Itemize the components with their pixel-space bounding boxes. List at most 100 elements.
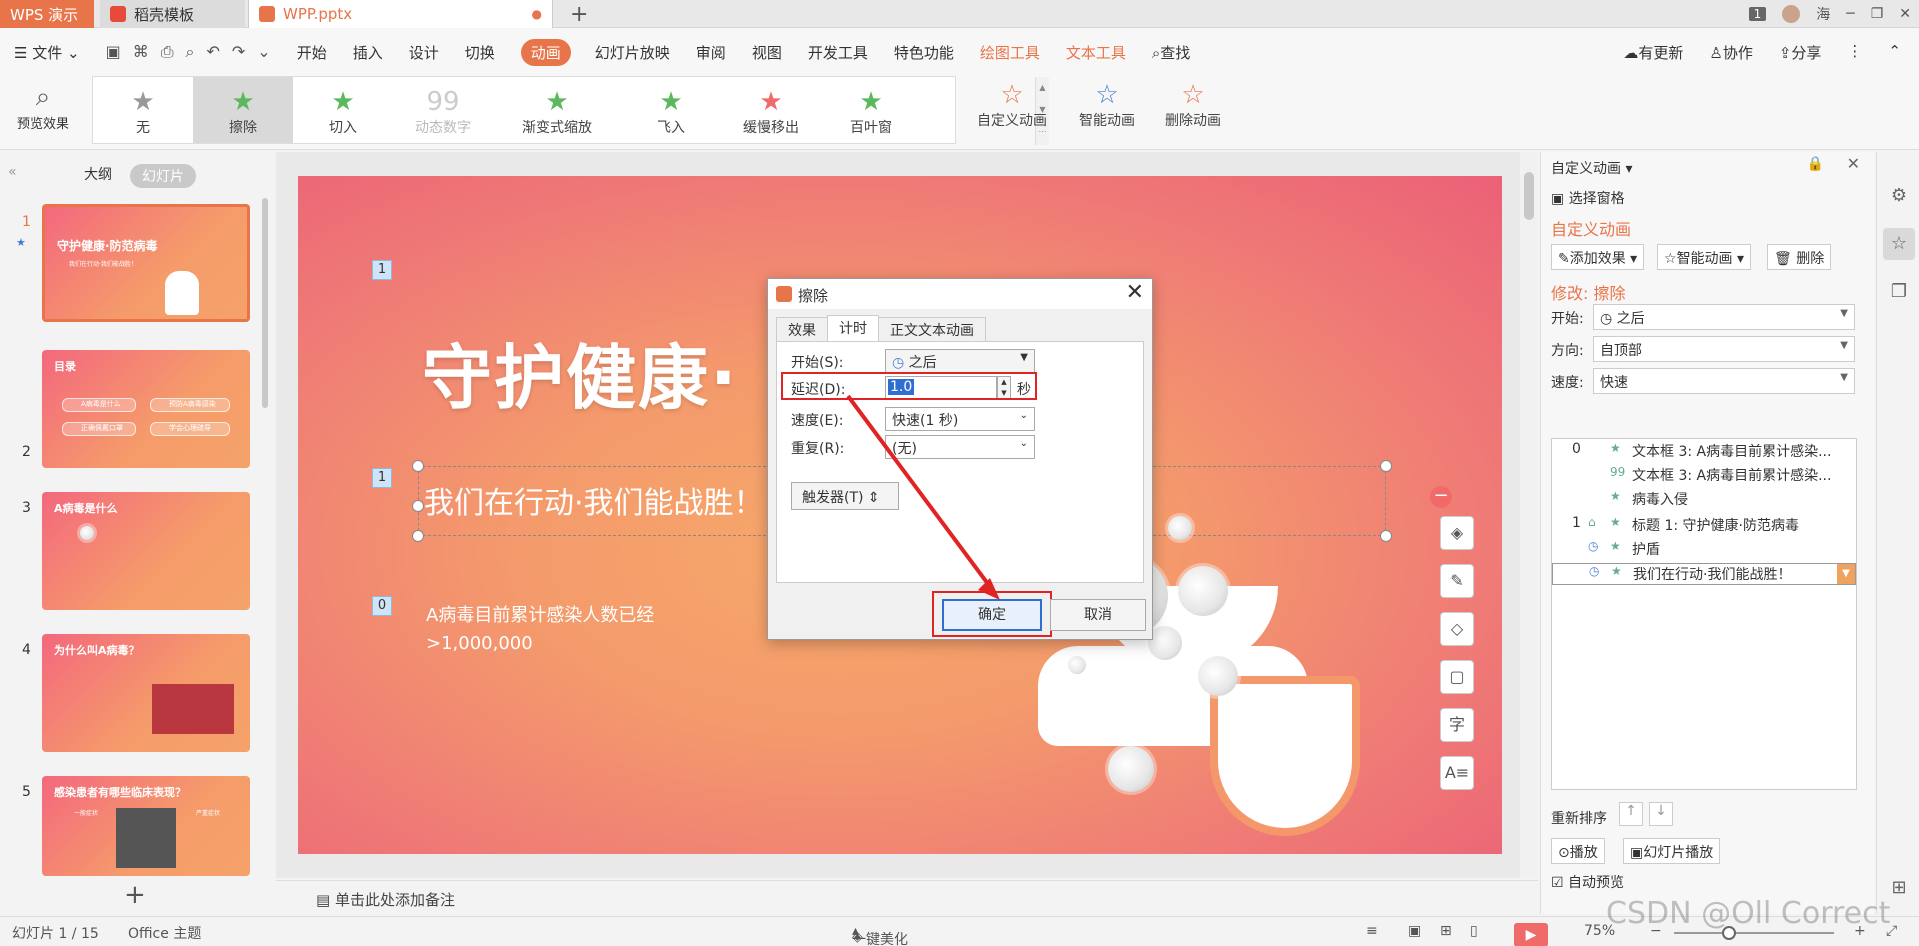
theme-name[interactable]: Office 主题 bbox=[128, 923, 201, 943]
share-button[interactable]: ⇪分享 bbox=[1779, 42, 1822, 63]
start-slideshow-button[interactable]: ▶ bbox=[1514, 923, 1548, 946]
search-button[interactable]: ⌕查找 bbox=[1152, 42, 1190, 63]
doc-tab-template[interactable]: 稻壳模板 bbox=[100, 0, 245, 28]
repeat-select[interactable]: (无) ⌄ bbox=[885, 435, 1035, 459]
start-select[interactable]: ◷ 之后 ▼ bbox=[1593, 304, 1855, 330]
minimize-icon[interactable]: ─ bbox=[1846, 6, 1854, 22]
slide-thumb-3[interactable]: A病毒是什么 bbox=[42, 492, 250, 610]
gallery-dynamic-number[interactable]: 99 动态数字 bbox=[393, 77, 493, 143]
update-button[interactable]: ☁有更新 bbox=[1623, 42, 1683, 63]
reading-view-icon[interactable]: ▯ bbox=[1470, 923, 1478, 939]
item-dropdown-icon[interactable]: ▼ bbox=[1837, 564, 1855, 584]
shield-shape[interactable] bbox=[1210, 676, 1360, 836]
canvas-scrollbar-thumb[interactable] bbox=[1524, 172, 1534, 220]
resize-handle[interactable] bbox=[412, 500, 424, 512]
menu-review[interactable]: 审阅 bbox=[696, 42, 726, 63]
close-icon[interactable]: ✕ bbox=[1126, 280, 1144, 305]
settings-sliders-icon[interactable]: ⚙ bbox=[1883, 180, 1915, 212]
slide-thumb-4[interactable]: 为什么叫A病毒？ bbox=[42, 634, 250, 752]
slide-title[interactable]: 守护健康· bbox=[422, 322, 739, 423]
collaborate-button[interactable]: ♙协作 bbox=[1709, 42, 1752, 63]
menu-slideshow[interactable]: 幻灯片放映 bbox=[595, 42, 670, 63]
thumbnails-scrollbar[interactable] bbox=[262, 198, 268, 408]
animation-order-tag[interactable]: 1 bbox=[372, 260, 392, 280]
custom-animation-button[interactable]: ☆ 自定义动画 bbox=[972, 80, 1052, 130]
text-style-icon[interactable]: 字 bbox=[1440, 708, 1474, 742]
menu-text-tools[interactable]: 文本工具 bbox=[1066, 42, 1126, 63]
select-pane-link[interactable]: ▣ 选择窗格 bbox=[1551, 188, 1625, 208]
menu-home[interactable]: 开始 bbox=[297, 42, 327, 63]
slide-subtitle[interactable]: 我们在行动·我们能战胜！ bbox=[424, 478, 764, 522]
smart-animation-dropdown[interactable]: ☆智能动画 ▾ bbox=[1657, 244, 1752, 270]
list-item[interactable]: ◷ ★ 护盾 bbox=[1552, 539, 1856, 561]
preview-effect-button[interactable]: ⌕ 预览效果 bbox=[10, 82, 76, 132]
gallery-none[interactable]: ★ 无 bbox=[93, 77, 193, 143]
canvas-scrollbar[interactable] bbox=[1520, 152, 1538, 878]
collapse-panel-icon[interactable]: « bbox=[8, 164, 17, 180]
print-icon[interactable]: ⎙ bbox=[161, 42, 174, 62]
list-item[interactable]: 1 ⌂ ★ 标题 1: 守护健康·防范病毒 bbox=[1552, 515, 1856, 537]
animation-order-tag[interactable]: 1 bbox=[372, 468, 392, 488]
trigger-button[interactable]: 触发器(T) ⇕ bbox=[791, 482, 899, 510]
beautify-button[interactable]: ◈ 一键美化 ▴ bbox=[852, 923, 908, 946]
menu-transition[interactable]: 切换 bbox=[465, 42, 495, 63]
app-tab[interactable]: WPS 演示 bbox=[0, 0, 94, 28]
direction-select[interactable]: 自顶部 ▼ bbox=[1593, 336, 1855, 362]
redo-icon[interactable]: ↷ bbox=[232, 42, 245, 62]
lock-icon[interactable]: 🔒 bbox=[1807, 156, 1824, 172]
text-align-icon[interactable]: A≡ bbox=[1440, 756, 1474, 790]
format-painter-icon[interactable]: ⌘ bbox=[133, 42, 149, 62]
slide-thumb-2[interactable]: 目录 A病毒是什么 预防A病毒感染 正确佩戴口罩 学会心理疏导 bbox=[42, 350, 250, 468]
user-name[interactable]: 海 bbox=[1816, 4, 1830, 24]
delete-animation-button[interactable]: ☆ 删除动画 bbox=[1160, 80, 1226, 130]
resize-handle[interactable] bbox=[1380, 530, 1392, 542]
gallery-blinds[interactable]: ★ 百叶窗 bbox=[821, 77, 921, 143]
menu-drawing-tools[interactable]: 绘图工具 bbox=[980, 42, 1040, 63]
more-chevron-icon[interactable]: ⌄ bbox=[257, 42, 270, 62]
layers-icon[interactable]: ◈ bbox=[1440, 516, 1474, 550]
dialog-title-bar[interactable]: 擦除 ✕ bbox=[768, 279, 1152, 309]
slide-thumb-5[interactable]: 感染患者有哪些临床表现？ 一般症状 严重症状 bbox=[42, 776, 250, 876]
start-select[interactable]: ◷ 之后 ▼ bbox=[885, 349, 1035, 373]
tab-effect[interactable]: 效果 bbox=[776, 317, 828, 341]
copy-icon[interactable]: ❐ bbox=[1883, 276, 1915, 308]
menu-view[interactable]: 视图 bbox=[752, 42, 782, 63]
undo-icon[interactable]: ↶ bbox=[206, 42, 219, 62]
normal-view-icon[interactable]: ▣ bbox=[1408, 923, 1421, 939]
window-count-badge[interactable]: 1 bbox=[1748, 7, 1767, 21]
gallery-slow-out[interactable]: ★ 缓慢移出 bbox=[721, 77, 821, 143]
slide-thumb-1[interactable]: 守护健康·防范病毒 我们在行动·我们能战胜！ bbox=[42, 204, 250, 322]
speed-select[interactable]: 快速(1 秒) ⌄ bbox=[885, 407, 1035, 431]
slideshow-button[interactable]: ▣幻灯片播放 bbox=[1623, 838, 1721, 864]
tab-outline[interactable]: 大纲 bbox=[84, 164, 112, 184]
gallery-fly-in[interactable]: ★ 飞入 bbox=[621, 77, 721, 143]
maximize-icon[interactable]: ❐ bbox=[1871, 6, 1884, 22]
list-item[interactable]: ★ 病毒入侵 bbox=[1552, 489, 1856, 511]
list-item[interactable]: 0 ★ 文本框 3: A病毒目前累计感染... bbox=[1552, 441, 1856, 463]
avatar[interactable] bbox=[1782, 5, 1801, 23]
tab-text-animation[interactable]: 正文文本动画 bbox=[878, 317, 986, 341]
menu-design[interactable]: 设计 bbox=[409, 42, 439, 63]
move-up-icon[interactable]: ↑ bbox=[1619, 802, 1643, 826]
panel-header[interactable]: 自定义动画 ▾ bbox=[1551, 158, 1632, 178]
gallery-wipe[interactable]: ★ 擦除 bbox=[193, 77, 293, 143]
file-menu[interactable]: ☰ 文件 ⌄ bbox=[14, 42, 80, 63]
pen-icon[interactable]: ✎ bbox=[1440, 564, 1474, 598]
animation-order-tag[interactable]: 0 bbox=[372, 596, 392, 616]
animation-star-icon[interactable]: ☆ bbox=[1883, 228, 1915, 260]
zoom-slider[interactable] bbox=[1674, 932, 1834, 934]
menu-animation[interactable]: 动画 bbox=[520, 38, 571, 66]
sorter-view-icon[interactable]: ⊞ bbox=[1440, 923, 1452, 939]
print-preview-icon[interactable]: ⌕ bbox=[186, 42, 195, 62]
resize-handle[interactable] bbox=[412, 460, 424, 472]
add-effect-button[interactable]: ✎添加效果 ▾ bbox=[1551, 244, 1645, 270]
collapse-toolbar-button[interactable]: − bbox=[1430, 486, 1452, 508]
doc-tab-pptx[interactable]: WPP.pptx ● bbox=[248, 0, 553, 28]
tab-slides[interactable]: 幻灯片 bbox=[130, 164, 196, 188]
menu-insert[interactable]: 插入 bbox=[353, 42, 383, 63]
frame-icon[interactable]: ▢ bbox=[1440, 660, 1474, 694]
notes-area[interactable]: ▤ 单击此处添加备注 bbox=[276, 880, 1538, 914]
resize-handle[interactable] bbox=[1380, 460, 1392, 472]
menu-developer[interactable]: 开发工具 bbox=[808, 42, 868, 63]
gallery-cut-in[interactable]: ★ 切入 bbox=[293, 77, 393, 143]
